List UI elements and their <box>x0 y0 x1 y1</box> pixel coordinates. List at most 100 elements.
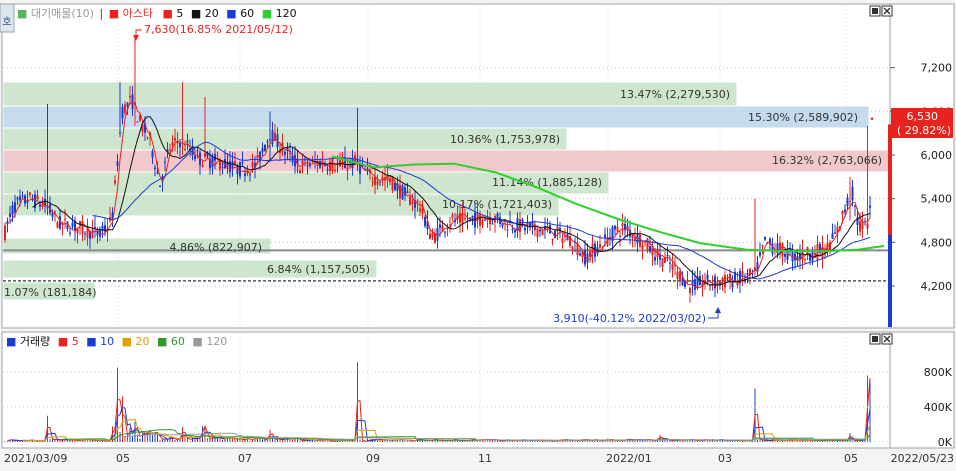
candle-body <box>419 208 421 212</box>
candle-body <box>524 227 526 231</box>
candle-body <box>164 161 166 163</box>
candle-body <box>841 211 844 215</box>
candle-body <box>14 202 16 213</box>
legend-separator: | <box>99 7 103 20</box>
x-tick-label: 2022/01 <box>606 452 652 465</box>
vma60-label: 60 <box>171 335 185 348</box>
candle-body <box>654 256 656 261</box>
candle-body <box>439 224 441 228</box>
stock-name: 아스타 <box>123 7 153 20</box>
candle-body <box>351 158 354 169</box>
candle-body <box>379 181 381 183</box>
candle-body <box>631 235 634 238</box>
candle-body <box>846 197 849 206</box>
candle-body <box>434 233 436 243</box>
candle-body <box>536 228 539 237</box>
x-tick-label: 05 <box>116 452 130 465</box>
candle-body <box>761 245 764 247</box>
candle-body <box>154 167 156 170</box>
candle-body <box>464 218 466 220</box>
candle-body <box>114 180 116 184</box>
candle-body <box>194 155 196 160</box>
candle-body <box>869 205 871 208</box>
candle-body <box>579 253 581 256</box>
candle-body <box>196 149 199 152</box>
candle-body <box>174 137 176 141</box>
candle-body <box>586 253 589 263</box>
candle-body <box>36 195 39 200</box>
volume-profile-label: 4.86% (822,907) <box>169 241 262 254</box>
candle-body <box>616 226 619 232</box>
candle-body <box>64 218 66 220</box>
volume-close-button[interactable] <box>881 333 893 345</box>
candle-body <box>19 196 21 201</box>
candle-body <box>219 160 221 170</box>
candle-body <box>69 232 71 234</box>
candle-body <box>689 287 691 294</box>
x-tick-label: 2021/03/09 <box>4 452 67 465</box>
candle-body <box>411 202 414 204</box>
candle-body <box>666 254 669 256</box>
candle-body <box>121 106 124 119</box>
volume-profile-label: 10.36% (1,753,978) <box>450 133 560 146</box>
candle-body <box>759 252 761 256</box>
vma120-marker-icon: ■ <box>192 335 202 348</box>
price-maximize-button[interactable] <box>869 5 881 17</box>
candle-body <box>451 214 454 218</box>
candle-body <box>84 233 86 235</box>
candle-body <box>681 278 684 286</box>
price-tick-label: 6,000 <box>921 149 953 162</box>
price-tick-label: 4,200 <box>921 280 953 293</box>
candle-body <box>416 200 419 203</box>
candle-body <box>409 196 411 205</box>
volume-tick-label: 800K <box>924 366 953 379</box>
candle-body <box>376 181 379 185</box>
candle-body <box>746 273 749 275</box>
candle-body <box>424 217 426 226</box>
candle-body <box>119 132 121 134</box>
candle-body <box>306 165 309 167</box>
candle-body <box>229 161 231 173</box>
candle-body <box>859 221 861 232</box>
candle-body <box>181 138 184 140</box>
volume-profile-label: 15.30% (2,589,902) <box>748 111 858 124</box>
candle-body <box>706 274 709 280</box>
price-close-button[interactable] <box>881 5 893 17</box>
candle-body <box>251 161 254 168</box>
candle-body <box>156 172 159 174</box>
volume-profile-label: 13.47% (2,279,530) <box>620 88 730 101</box>
candle-body <box>676 271 679 279</box>
candle-body <box>39 204 41 207</box>
candle-body <box>784 253 786 257</box>
volume-profile-label: 6.84% (1,157,505) <box>267 263 370 276</box>
candle-body <box>724 274 726 288</box>
candle-body <box>71 222 74 227</box>
volume-tick-label: 0K <box>938 436 953 449</box>
candle-body <box>171 142 174 145</box>
candle-body <box>849 201 851 203</box>
candle-body <box>169 149 171 151</box>
candle-body <box>201 164 204 168</box>
candle-body <box>9 213 11 217</box>
candle-body <box>726 280 729 282</box>
candle-body <box>844 209 846 213</box>
candle-body <box>116 161 119 166</box>
candle-body <box>94 227 96 229</box>
volume-maximize-button[interactable] <box>869 333 881 345</box>
current-price-box: 6,530 ( 29.82%) <box>891 108 953 138</box>
candle-body <box>406 191 409 194</box>
candle-body <box>514 229 516 233</box>
candle-body <box>354 155 356 162</box>
candle-body <box>561 238 564 243</box>
candle-body <box>491 223 494 225</box>
candle-body <box>159 185 161 188</box>
candle-body <box>619 236 621 238</box>
candle-body <box>269 139 271 141</box>
candle-body <box>471 215 474 220</box>
candle-body <box>814 252 816 256</box>
candle-body <box>511 228 514 230</box>
candle-body <box>764 236 766 240</box>
candle-body <box>621 223 624 227</box>
x-tick-label: 05 <box>844 452 858 465</box>
candle-body <box>551 238 554 240</box>
